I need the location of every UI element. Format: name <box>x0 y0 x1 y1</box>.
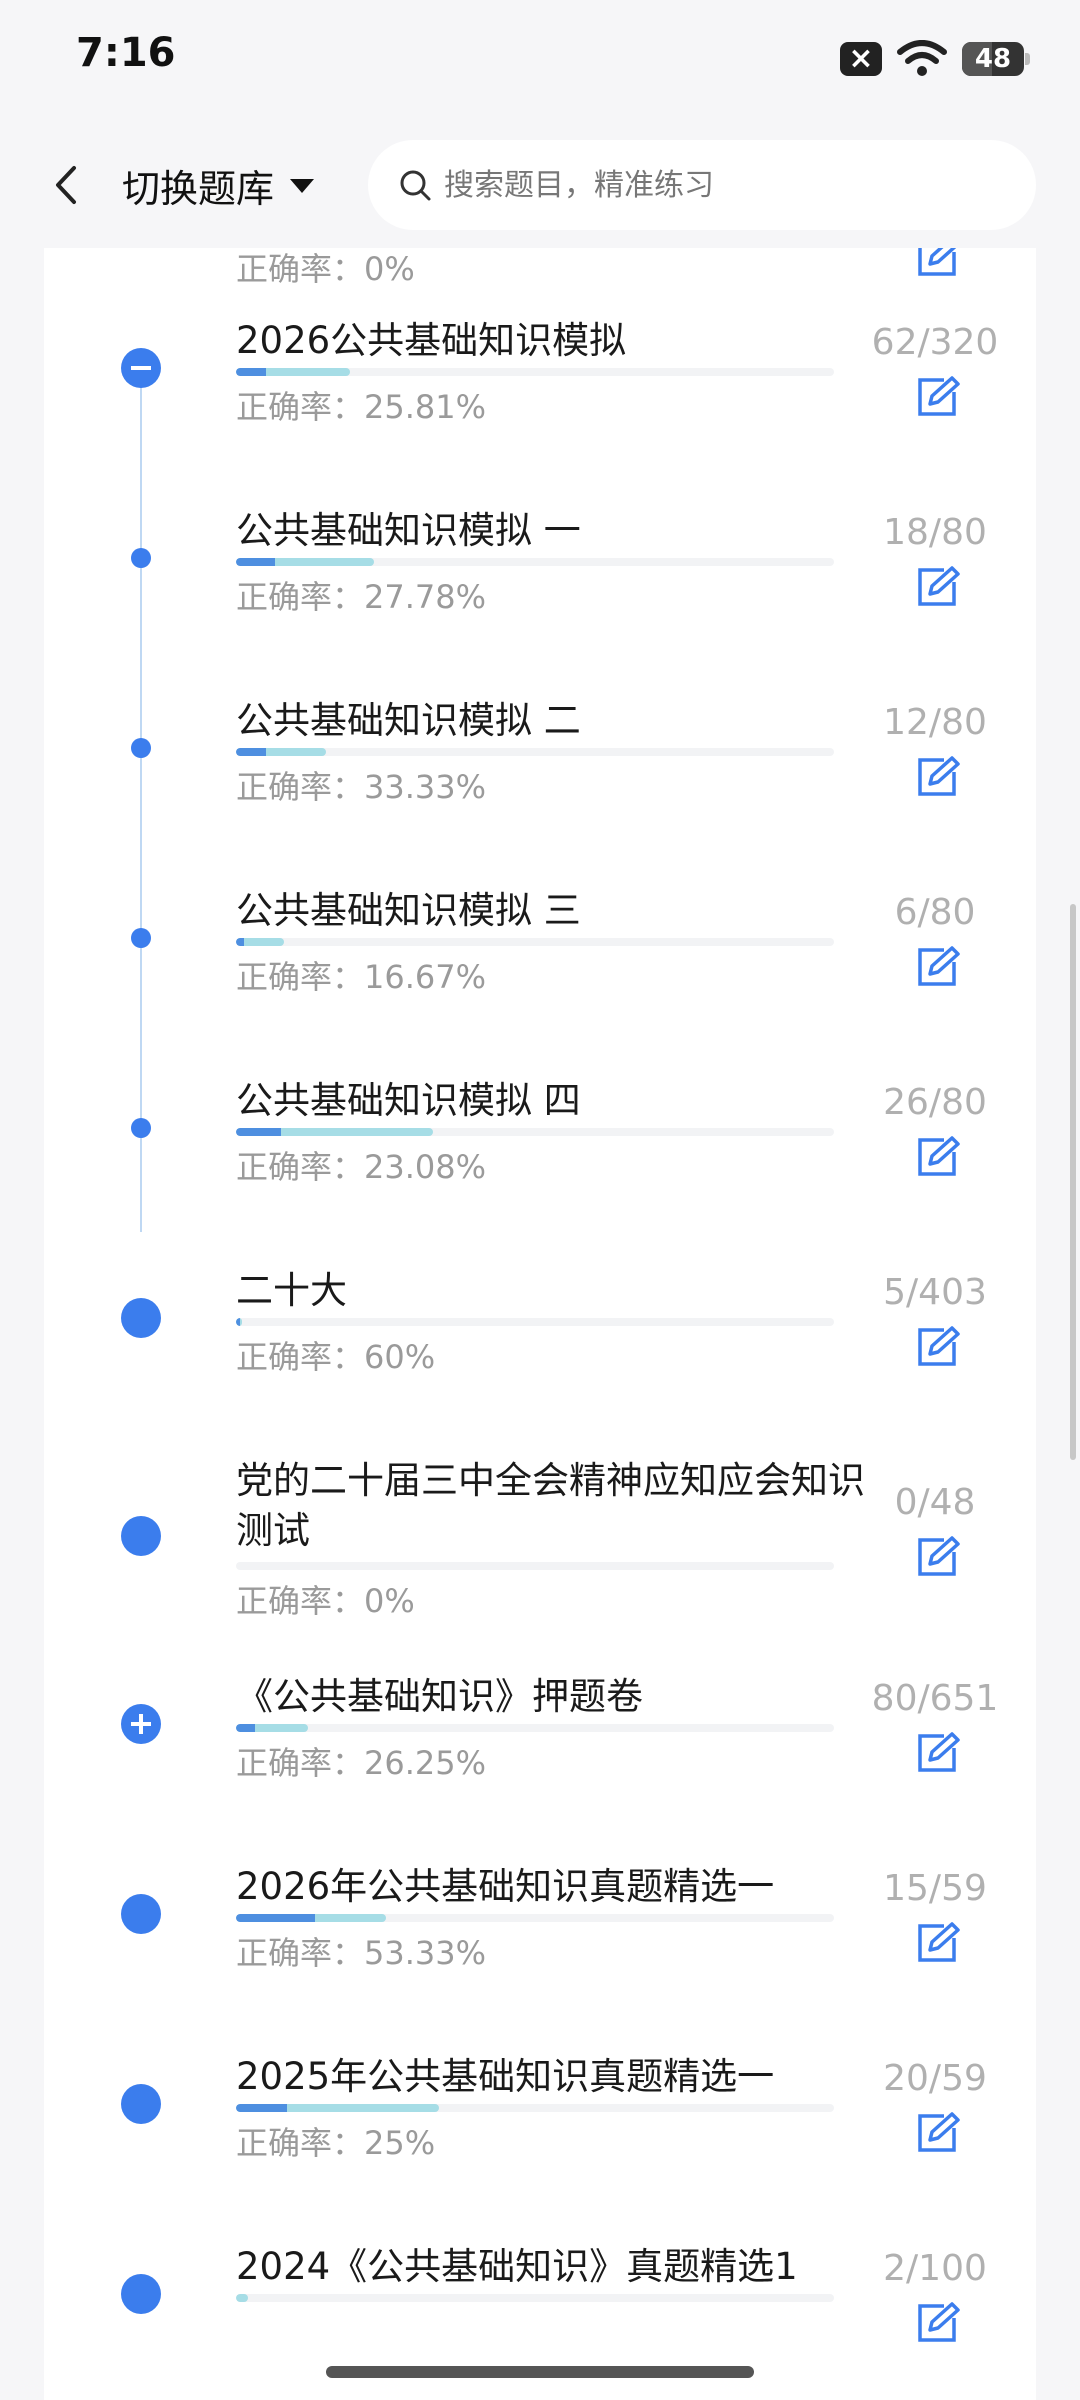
bank-item-count: 15/59 <box>883 1868 987 1909</box>
bank-item-accuracy: 正确率：53.33% <box>236 1934 487 1972</box>
bank-item-title[interactable]: 2024《公共基础知识》真题精选1 <box>236 2242 798 2292</box>
question-bank-list[interactable]: 正确率：0% 2026公共基础知识模拟正确率：25.81% 62/320 公共基础知… <box>44 248 1036 2400</box>
edit-icon[interactable] <box>914 2300 960 2346</box>
edit-icon[interactable] <box>914 944 960 990</box>
timeline-connector <box>140 384 142 1232</box>
status-icons: × 48 <box>840 40 1030 78</box>
bank-item-title[interactable]: 《公共基础知识》押题卷 <box>236 1672 643 1722</box>
bank-item-accuracy: 正确率：60% <box>236 1338 436 1376</box>
no-sim-icon: × <box>840 42 882 76</box>
switch-bank-dropdown[interactable]: 切换题库 <box>122 158 315 213</box>
bank-item-count: 5/403 <box>883 1272 987 1313</box>
progress-bar <box>236 2104 834 2112</box>
page-title: 切换题库 <box>122 167 275 211</box>
progress-bar <box>236 1914 834 1922</box>
caret-down-icon <box>290 178 315 193</box>
bank-item-accuracy: 正确率：16.67% <box>236 958 487 996</box>
collapse-icon[interactable] <box>121 348 161 388</box>
bank-item-title[interactable]: 党的二十届三中全会精神应知应会知识测试 <box>236 1456 876 1556</box>
bank-item-title[interactable]: 公共基础知识模拟 一 <box>236 506 581 556</box>
bank-item-count: 12/80 <box>883 702 987 743</box>
search-input[interactable] <box>442 166 986 204</box>
edit-icon[interactable] <box>914 248 960 280</box>
scrollbar[interactable] <box>1070 904 1076 1460</box>
progress-bar <box>236 1724 834 1732</box>
bank-item-count: 80/651 <box>871 1678 999 1719</box>
progress-bar <box>236 368 834 376</box>
bank-item-title[interactable]: 公共基础知识模拟 二 <box>236 696 581 746</box>
bank-item-accuracy: 正确率：0% <box>236 1582 415 1620</box>
bank-item-count: 26/80 <box>883 1082 987 1123</box>
progress-bar <box>236 2294 834 2302</box>
edit-icon[interactable] <box>914 1324 960 1370</box>
bank-item-accuracy: 正确率：27.78% <box>236 578 487 616</box>
edit-icon[interactable] <box>914 564 960 610</box>
expand-icon[interactable] <box>121 1704 161 1744</box>
edit-icon[interactable] <box>914 1134 960 1180</box>
edit-icon[interactable] <box>914 374 960 420</box>
battery-icon: 48 <box>962 42 1030 76</box>
edit-icon[interactable] <box>914 2110 960 2156</box>
chevron-left-icon[interactable] <box>46 160 86 210</box>
timeline-dot <box>131 928 151 948</box>
timeline-dot <box>131 1118 151 1138</box>
bank-item-accuracy: 正确率：33.33% <box>236 768 487 806</box>
timeline-dot <box>121 1894 161 1934</box>
bank-item-count: 18/80 <box>883 512 987 553</box>
bank-item-accuracy: 正确率：25.81% <box>236 388 487 426</box>
edit-icon[interactable] <box>914 1534 960 1580</box>
progress-bar <box>236 1128 834 1136</box>
home-indicator[interactable] <box>326 2366 754 2378</box>
timeline-dot <box>121 2084 161 2124</box>
timeline-dot <box>131 738 151 758</box>
battery-level: 48 <box>974 44 1012 74</box>
bank-item-title[interactable]: 2026年公共基础知识真题精选一 <box>236 1862 774 1912</box>
wifi-icon <box>897 40 947 76</box>
search-icon <box>400 170 431 201</box>
bank-item-count: 62/320 <box>871 322 999 363</box>
progress-bar <box>236 938 834 946</box>
bank-item-title[interactable]: 公共基础知识模拟 四 <box>236 1076 581 1126</box>
search-bar[interactable] <box>368 140 1036 230</box>
status-time: 7:16 <box>76 30 176 76</box>
bank-item-accuracy: 正确率：23.08% <box>236 1148 487 1186</box>
bank-item-count: 20/59 <box>883 2058 987 2099</box>
edit-icon[interactable] <box>914 1920 960 1966</box>
timeline-dot <box>131 548 151 568</box>
timeline-dot <box>121 2274 161 2314</box>
progress-bar <box>236 748 834 756</box>
timeline-dot <box>121 1298 161 1338</box>
edit-icon[interactable] <box>914 1730 960 1776</box>
bank-item-accuracy: 正确率：26.25% <box>236 1744 487 1782</box>
status-bar: 7:16 × 48 <box>0 0 1080 120</box>
bank-item-count: 6/80 <box>894 892 976 933</box>
bank-item-title[interactable]: 2026公共基础知识模拟 <box>236 316 626 366</box>
bank-item-count: 2/100 <box>883 2248 987 2289</box>
progress-bar <box>236 558 834 566</box>
progress-bar <box>236 1318 834 1326</box>
bank-item-title[interactable]: 公共基础知识模拟 三 <box>236 886 581 936</box>
progress-bar <box>236 1562 834 1570</box>
bank-item-title[interactable]: 二十大 <box>236 1266 347 1316</box>
partial-item-accuracy: 正确率：0% <box>236 250 415 288</box>
bank-item-accuracy: 正确率：25% <box>236 2124 436 2162</box>
bank-item-title[interactable]: 2025年公共基础知识真题精选一 <box>236 2052 774 2102</box>
bank-item-count: 0/48 <box>894 1482 976 1523</box>
timeline-dot <box>121 1516 161 1556</box>
edit-icon[interactable] <box>914 754 960 800</box>
